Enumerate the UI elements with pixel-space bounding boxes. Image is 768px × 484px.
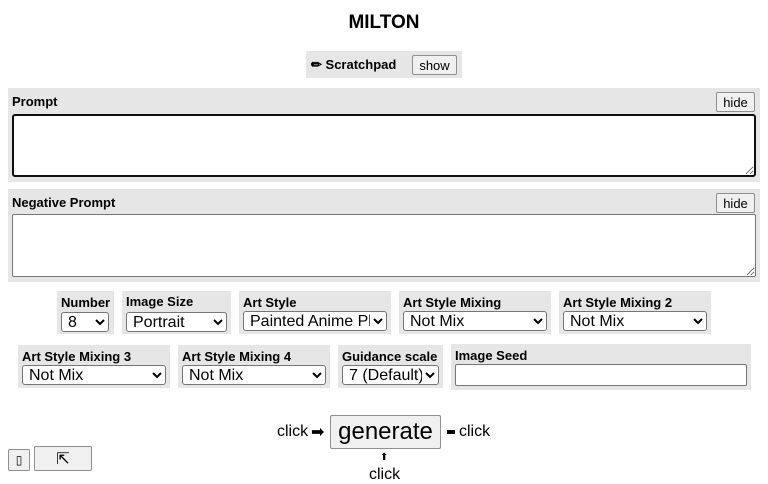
art-style-select[interactable]: Painted Anime Pl [243, 311, 387, 331]
app-title: MILTON [348, 12, 420, 33]
number-select[interactable]: 8 [61, 312, 109, 332]
art-style-mixing-control: Art Style Mixing Not Mix [399, 291, 551, 334]
art-style-label: Art Style [243, 295, 297, 310]
image-seed-label: Image Seed [455, 348, 528, 363]
guidance-scale-control: Guidance scale 7 (Default) [338, 345, 443, 388]
scratchpad-label: ✏ Scratchpad [311, 57, 396, 73]
arrow-left-icon [447, 430, 455, 434]
art-style-mixing-3-control: Art Style Mixing 3 Not Mix [18, 345, 170, 388]
scratchpad-bar: ✏ Scratchpad show [306, 51, 462, 78]
panel-icon: ▯ [15, 453, 23, 467]
art-style-mixing-select[interactable]: Not Mix [403, 311, 547, 331]
art-style-mixing-3-select[interactable]: Not Mix [22, 365, 166, 385]
prompt-textarea[interactable] [12, 114, 756, 177]
scratchpad-show-button[interactable]: show [412, 55, 457, 75]
arrow-up-icon: ⬆ [380, 452, 389, 463]
expand-button[interactable]: ⇱ [34, 446, 92, 471]
art-style-mixing-2-label: Art Style Mixing 2 [563, 295, 673, 310]
image-seed-input[interactable] [455, 364, 747, 386]
prompt-panel: Prompt hide [8, 88, 760, 182]
arrow-right-icon: ➡ [311, 424, 325, 441]
hint-below-text: click [369, 466, 401, 483]
art-style-mixing-label: Art Style Mixing [403, 295, 502, 310]
guidance-scale-select[interactable]: 7 (Default) [342, 365, 439, 385]
prompt-label: Prompt [12, 94, 58, 109]
image-size-label: Image Size [126, 294, 194, 309]
panel-toggle-button[interactable]: ▯ [8, 449, 30, 471]
scratchpad-title: Scratchpad [325, 57, 397, 72]
expand-icon: ⇱ [56, 450, 70, 468]
negative-prompt-label: Negative Prompt [12, 195, 116, 210]
negative-prompt-hide-button[interactable]: hide [716, 193, 755, 213]
hint-right-text: click [459, 423, 491, 440]
generate-button[interactable]: generate [330, 415, 441, 449]
guidance-scale-label: Guidance scale [342, 349, 438, 364]
art-style-mixing-4-control: Art Style Mixing 4 Not Mix [178, 345, 330, 388]
art-style-mixing-4-label: Art Style Mixing 4 [182, 349, 292, 364]
art-style-control: Art Style Painted Anime Pl [239, 291, 391, 334]
prompt-hide-button[interactable]: hide [716, 92, 755, 112]
negative-prompt-panel: Negative Prompt hide [8, 189, 760, 282]
number-label: Number [61, 295, 111, 310]
art-style-mixing-3-label: Art Style Mixing 3 [22, 349, 132, 364]
negative-prompt-textarea[interactable] [12, 214, 756, 277]
hint-left-text: click [277, 423, 309, 440]
pencil-icon: ✏ [311, 57, 322, 72]
art-style-mixing-2-control: Art Style Mixing 2 Not Mix [559, 291, 711, 334]
image-seed-control: Image Seed [451, 344, 751, 390]
number-control: Number 8 [57, 291, 114, 334]
image-size-control: Image Size Portrait [122, 291, 231, 334]
art-style-mixing-4-select[interactable]: Not Mix [182, 365, 326, 385]
image-size-select[interactable]: Portrait [126, 312, 227, 332]
art-style-mixing-2-select[interactable]: Not Mix [563, 311, 707, 331]
